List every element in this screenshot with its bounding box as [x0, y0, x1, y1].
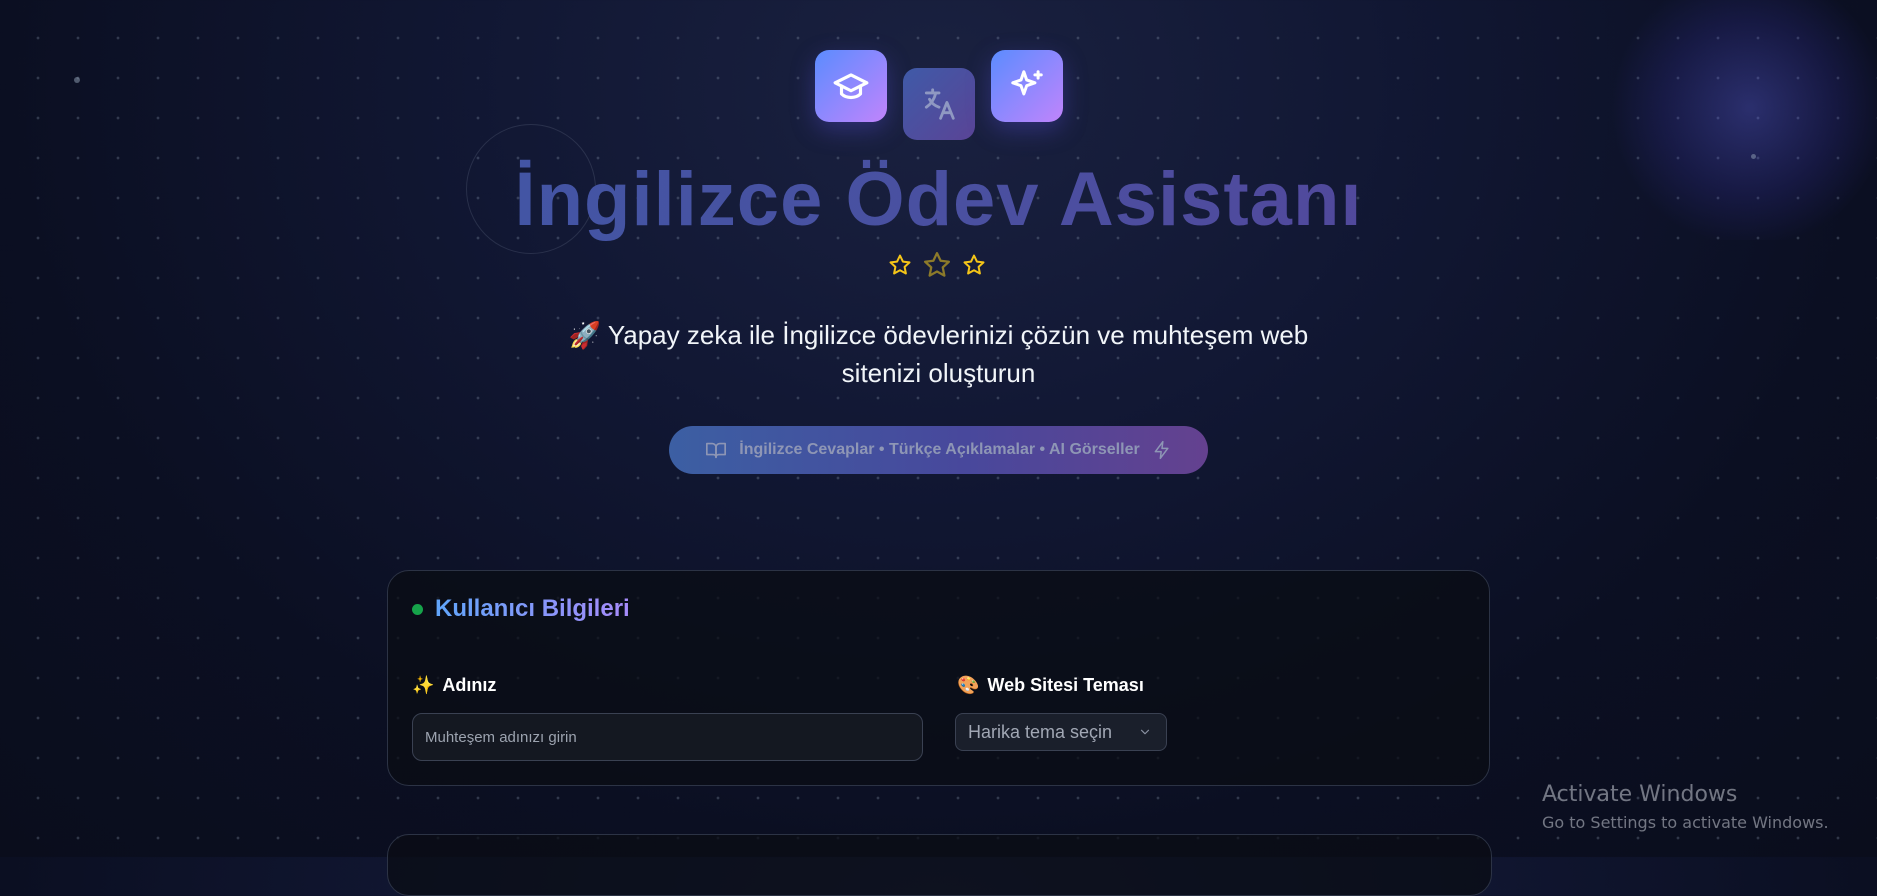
name-input[interactable]: [412, 713, 923, 761]
status-dot: [412, 603, 423, 615]
theme-select-value: Harika tema seçin: [968, 721, 1113, 742]
graduation-cap-badge: [815, 50, 887, 122]
star-icon: [889, 254, 911, 275]
subtitle-text: Yapay zeka ile İngilizce ödevlerinizi çö…: [607, 320, 1309, 388]
features-pill: İngilizce Cevaplar • Türkçe Açıklamalar …: [669, 426, 1208, 474]
floating-dot: [74, 77, 80, 83]
theme-label-text: Web Sitesi Teması: [987, 675, 1144, 695]
sparkles-icon: [1011, 70, 1043, 96]
page-title: İngilizce Ödev Asistanı: [0, 156, 1877, 243]
watermark-subtitle: Go to Settings to activate Windows.: [1542, 813, 1829, 832]
windows-activation-watermark: Activate Windows Go to Settings to activ…: [1542, 782, 1829, 832]
graduation-cap-icon: [833, 73, 869, 100]
user-info-card: Kullanıcı Bilgileri ✨ Adınız 🎨 Web Sites…: [387, 570, 1490, 786]
translate-badge: [903, 68, 975, 140]
lightning-icon: [1154, 440, 1169, 460]
star-icon: [963, 254, 985, 275]
page-subtitle: 🚀 Yapay zeka ile İngilizce ödevlerinizi …: [540, 316, 1337, 392]
sparkles-badge: [991, 50, 1063, 122]
rating-stars: [888, 250, 986, 280]
next-section-card: [387, 834, 1492, 896]
name-label-text: Adınız: [442, 675, 497, 695]
book-open-icon: [706, 442, 727, 459]
user-info-heading: Kullanıcı Bilgileri: [435, 595, 630, 622]
watermark-title: Activate Windows: [1542, 782, 1738, 807]
palette-emoji: 🎨: [957, 675, 980, 695]
name-label: ✨ Adınız: [412, 675, 496, 696]
chevron-down-icon: [1140, 729, 1150, 735]
features-pill-text: İngilizce Cevaplar • Türkçe Açıklamalar …: [739, 441, 1140, 458]
rocket-emoji: 🚀: [568, 320, 602, 350]
translate-icon: [924, 88, 955, 120]
user-info-title: Kullanıcı Bilgileri: [412, 595, 630, 623]
theme-select[interactable]: Harika tema seçin: [955, 713, 1167, 751]
star-icon: [924, 252, 950, 277]
sparkles-emoji: ✨: [412, 675, 435, 695]
theme-label: 🎨 Web Sitesi Teması: [957, 675, 1144, 696]
